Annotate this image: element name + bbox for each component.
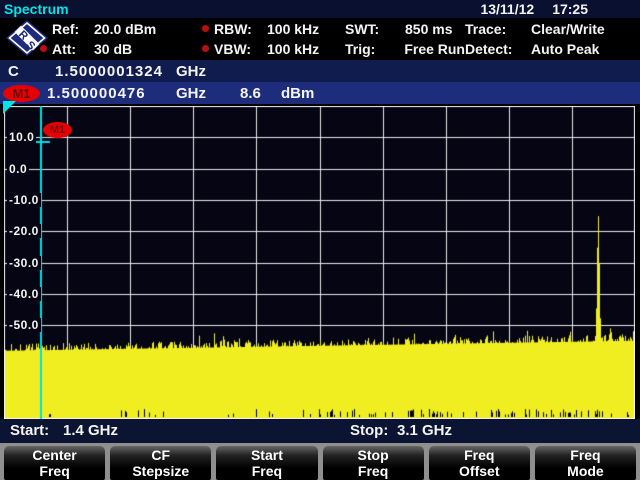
coupled-bullet-icon (202, 45, 209, 52)
time-label: 17:25 (552, 1, 588, 17)
softkey-label: Freq (216, 463, 317, 479)
marker-freq-value: 1.500000476 (47, 85, 146, 102)
setting-value: Auto Peak (531, 41, 599, 57)
softkey-bar: Center Freq CF Stepsize Start Freq Stop … (0, 443, 640, 480)
center-freq-value: 1.5000001324 (55, 63, 163, 80)
softkey-label: Stepsize (110, 463, 211, 479)
setting-value: 20.0 dBm (94, 21, 156, 37)
trace-corner-icon (3, 101, 16, 114)
marker-freq-unit: GHz (176, 85, 206, 102)
app-title: Spectrum (4, 1, 69, 17)
softkey-center-freq[interactable]: Center Freq (4, 446, 105, 480)
freq-range-row: Start: 1.4 GHz Stop: 3.1 GHz (0, 419, 640, 443)
softkey-label: Freq (535, 447, 636, 463)
coupled-bullet-icon (40, 45, 47, 52)
softkey-label: Freq (4, 463, 105, 479)
y-axis-label: 0.0 (7, 162, 29, 176)
setting-label: Ref: (52, 21, 94, 37)
setting-swt: SWT: 850 ms (345, 19, 465, 39)
setting-ref: Ref: 20.0 dBm (52, 19, 214, 39)
setting-value: Clear/Write (531, 21, 605, 37)
setting-att: Att: 30 dB (52, 39, 214, 59)
spectrum-plot[interactable] (4, 106, 635, 419)
softkey-label: Freq (323, 463, 424, 479)
y-axis-label: -50.0 (7, 318, 41, 332)
date-label: 13/11/12 (480, 1, 534, 17)
setting-rbw: RBW: 100 kHz (214, 19, 345, 39)
softkey-label: Center (4, 447, 105, 463)
y-axis-label: -20.0 (7, 224, 41, 238)
settings-panel: Ref: 20.0 dBm RBW: 100 kHz SWT: 850 ms T… (52, 19, 640, 59)
setting-detect: Detect: Auto Peak (465, 39, 640, 59)
setting-value: Free Run (404, 41, 465, 57)
marker-level-value: 8.6 (240, 85, 261, 102)
setting-value: 30 dB (94, 41, 132, 57)
analyzer-screen: Spectrum 13/11/12 17:25 R S Ref: 20.0 dB… (0, 0, 640, 480)
y-axis-label: -30.0 (7, 256, 41, 270)
setting-trace: Trace: Clear/Write (465, 19, 640, 39)
setting-label: Trace: (465, 21, 531, 37)
marker-badge: M1 (3, 85, 40, 102)
setting-label: RBW: (214, 21, 267, 37)
softkey-cf-stepsize[interactable]: CF Stepsize (110, 446, 211, 480)
softkey-label: Stop (323, 447, 424, 463)
setting-label: VBW: (214, 41, 267, 57)
start-freq-label: Start: (10, 422, 49, 439)
setting-label: SWT: (345, 21, 405, 37)
setting-label: Trig: (345, 41, 404, 57)
center-freq-row: C 1.5000001324 GHz (0, 60, 640, 82)
y-axis-label: 10.0 (7, 130, 36, 144)
y-axis-label: -40.0 (7, 287, 41, 301)
softkey-label: CF (110, 447, 211, 463)
coupled-bullet-icon (202, 25, 209, 32)
center-freq-label: C (8, 63, 19, 80)
setting-trig: Trig: Free Run (345, 39, 465, 59)
softkey-freq-mode[interactable]: Freq Mode (535, 446, 636, 480)
softkey-label: Start (216, 447, 317, 463)
center-freq-unit: GHz (176, 63, 206, 80)
setting-value: 100 kHz (267, 21, 319, 37)
setting-label: Detect: (465, 41, 531, 57)
marker-readout-row: M1 1.500000476 GHz 8.6 dBm (0, 82, 640, 104)
setting-label: Att: (52, 41, 94, 57)
stop-freq-label: Stop: (350, 422, 388, 439)
setting-value: 100 kHz (267, 41, 319, 57)
softkey-freq-offset[interactable]: Freq Offset (429, 446, 530, 480)
softkey-stop-freq[interactable]: Stop Freq (323, 446, 424, 480)
setting-value: 850 ms (405, 21, 452, 37)
softkey-label: Offset (429, 463, 530, 479)
datetime: 13/11/12 17:25 (480, 1, 588, 17)
marker-flag-m1[interactable]: M1 (43, 122, 72, 138)
setting-vbw: VBW: 100 kHz (214, 39, 345, 59)
title-bar: Spectrum 13/11/12 17:25 (0, 0, 640, 18)
softkey-start-freq[interactable]: Start Freq (216, 446, 317, 480)
stop-freq-value: 3.1 GHz (397, 422, 452, 439)
softkey-label: Mode (535, 463, 636, 479)
marker-level-unit: dBm (281, 85, 314, 102)
y-axis-label: -10.0 (7, 193, 41, 207)
softkey-label: Freq (429, 447, 530, 463)
start-freq-value: 1.4 GHz (63, 422, 118, 439)
